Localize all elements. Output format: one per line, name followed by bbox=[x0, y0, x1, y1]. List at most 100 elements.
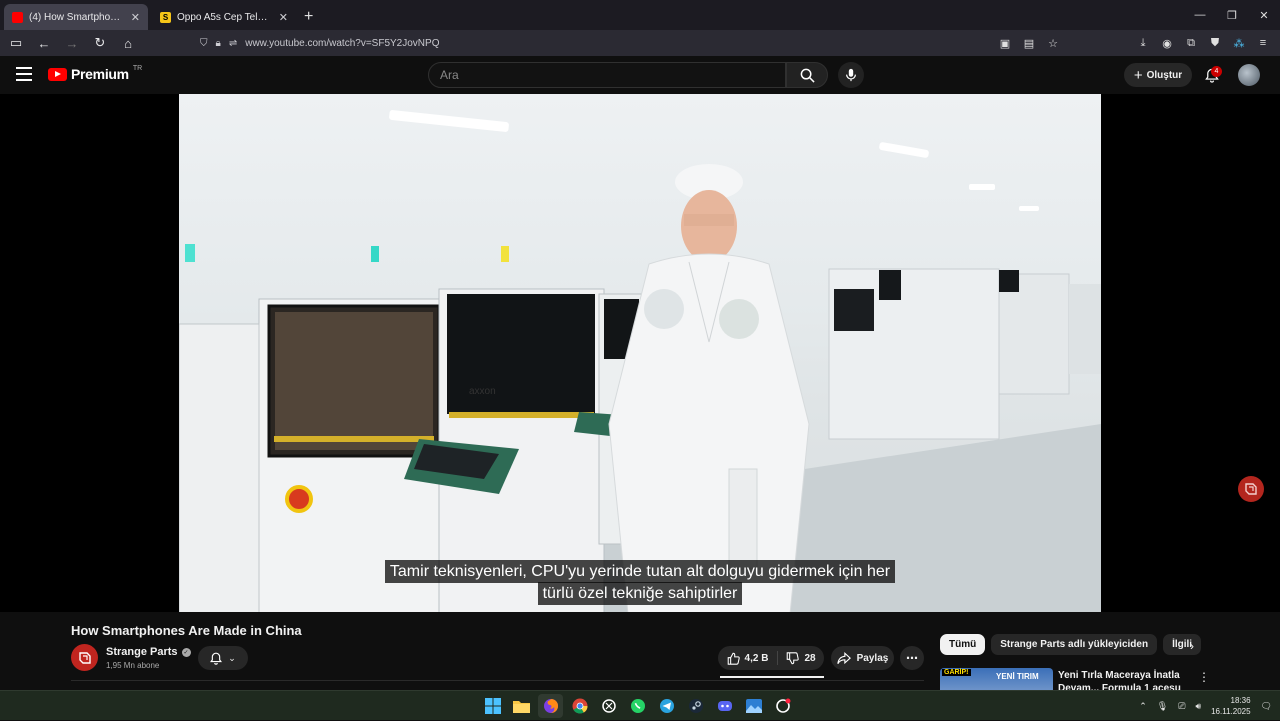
search-icon bbox=[800, 68, 815, 83]
browser-navbar: ▭ ← → ↻ ⌂ ⛉ 🔒︎ ⇌ www.youtube.com/watch?v… bbox=[0, 30, 1280, 56]
picture-in-picture-icon[interactable]: ▣ bbox=[996, 34, 1014, 52]
ublock-icon[interactable]: ⛊ bbox=[1206, 34, 1224, 52]
opera-gx-icon[interactable] bbox=[770, 694, 795, 718]
shield-icon[interactable]: ⛉ bbox=[200, 38, 208, 49]
back-icon[interactable]: ← bbox=[32, 31, 56, 55]
machine-brand-label: axxon bbox=[469, 386, 496, 397]
recommended-video-title[interactable]: Yeni Tırla Maceraya İnatla Devam... Form… bbox=[1058, 669, 1188, 690]
more-vertical-icon[interactable]: ⋮ bbox=[1198, 670, 1210, 684]
chevron-up-icon[interactable]: ⌃ bbox=[1139, 701, 1147, 712]
share-label: Paylaş bbox=[856, 652, 889, 664]
like-dislike-pill: 4,2 B 28 bbox=[718, 646, 824, 670]
forward-icon[interactable]: → bbox=[60, 31, 84, 55]
chevron-right-icon[interactable]: › bbox=[1182, 636, 1202, 656]
windows-start-icon[interactable] bbox=[480, 694, 505, 718]
tab-title: (4) How Smartphones Are Made in China - … bbox=[29, 11, 125, 23]
logo-text: Premium bbox=[71, 66, 129, 82]
microphone-icon[interactable]: 🎙︎ bbox=[1157, 701, 1168, 712]
steam-icon[interactable] bbox=[683, 694, 708, 718]
reload-icon[interactable]: ↻ bbox=[88, 31, 112, 55]
browser-tab-youtube[interactable]: (4) How Smartphones Are Made in China - … bbox=[4, 4, 148, 30]
new-tab-button[interactable]: + bbox=[304, 4, 313, 30]
chip-from-uploader[interactable]: Strange Parts adlı yükleyiciden bbox=[991, 634, 1158, 655]
chatgpt-icon[interactable] bbox=[596, 694, 621, 718]
telegram-icon[interactable] bbox=[654, 694, 679, 718]
whatsapp-icon[interactable] bbox=[625, 694, 650, 718]
address-bar[interactable]: ⛉ 🔒︎ ⇌ www.youtube.com/watch?v=SF5Y2JovN… bbox=[200, 32, 1050, 54]
clock-time: 18:36 bbox=[1230, 696, 1251, 705]
dislike-count: 28 bbox=[804, 652, 816, 664]
plus-icon: + bbox=[1133, 66, 1143, 84]
restore-icon[interactable]: ❐ bbox=[1216, 0, 1248, 30]
region-code: TR bbox=[132, 64, 143, 72]
minimize-icon[interactable]: — bbox=[1184, 0, 1216, 30]
account-icon[interactable]: ◉ bbox=[1158, 34, 1176, 52]
microphone-icon bbox=[846, 68, 856, 82]
youtube-play-icon bbox=[48, 67, 67, 81]
notification-center-icon[interactable]: 🗨︎ bbox=[1261, 701, 1272, 712]
create-label: Oluştur bbox=[1146, 69, 1183, 81]
volume-icon[interactable]: 🔊︎ bbox=[1195, 701, 1201, 712]
window-controls: — ❐ ✕ bbox=[1184, 0, 1280, 30]
photos-icon[interactable] bbox=[741, 694, 766, 718]
home-icon[interactable]: ⌂ bbox=[116, 31, 140, 55]
details-divider bbox=[71, 680, 924, 681]
share-button[interactable]: Paylaş bbox=[831, 646, 894, 670]
search-input[interactable]: Ara bbox=[428, 62, 786, 88]
display-icon[interactable]: ⎚ bbox=[1178, 701, 1185, 712]
thumbnail-tag: GARİP! bbox=[942, 669, 971, 676]
download-icon[interactable]: ⤓ bbox=[1134, 34, 1152, 52]
bookmark-star-icon[interactable]: ☆ bbox=[1044, 34, 1062, 52]
user-avatar[interactable] bbox=[1238, 64, 1260, 86]
recommended-video-thumbnail[interactable]: GARİP! YENİ TIRIM bbox=[940, 668, 1053, 690]
like-button[interactable]: 4,2 B bbox=[718, 651, 778, 665]
close-window-icon[interactable]: ✕ bbox=[1248, 0, 1280, 30]
discord-icon[interactable] bbox=[712, 694, 737, 718]
permissions-icon[interactable]: ⇌ bbox=[229, 38, 237, 49]
thumbs-down-icon bbox=[787, 651, 800, 664]
reader-view-icon[interactable]: ▤ bbox=[1020, 34, 1038, 52]
menu-icon[interactable]: ≡ bbox=[1254, 34, 1272, 52]
file-explorer-icon[interactable] bbox=[509, 694, 534, 718]
browser-tabstrip: (4) How Smartphones Are Made in China - … bbox=[0, 0, 1280, 30]
chrome-icon[interactable] bbox=[567, 694, 592, 718]
channel-watermark-icon[interactable] bbox=[1238, 476, 1264, 502]
channel-name-row[interactable]: Strange Parts ✓ bbox=[106, 646, 191, 658]
caption-line-2: türlü özel tekniğe sahiptirler bbox=[537, 582, 743, 605]
caption-line-1-wrapper: Tamir teknisyenleri, CPU'yu yerinde tuta… bbox=[179, 560, 1101, 583]
chip-all[interactable]: Tümü bbox=[940, 634, 986, 655]
create-button[interactable]: + Oluştur bbox=[1124, 63, 1192, 87]
url-text[interactable]: www.youtube.com/watch?v=SF5Y2JovNPQ bbox=[245, 38, 439, 49]
sidebar-toggle-icon[interactable]: ▭ bbox=[4, 31, 28, 55]
os-taskbar: ⌃ 🎙︎ ⎚ 🔊︎ 18:36 16.11.2025 🗨︎ bbox=[0, 690, 1280, 720]
subscription-bell-button[interactable]: ⌄ bbox=[198, 646, 248, 670]
chevron-down-icon: ⌄ bbox=[228, 652, 236, 663]
like-ratio-bar bbox=[720, 676, 824, 678]
lock-icon[interactable]: 🔒︎ bbox=[216, 38, 221, 49]
subscriber-count: 1,95 Mn abone bbox=[106, 661, 160, 670]
channel-name[interactable]: Strange Parts bbox=[106, 646, 178, 658]
guide-menu-icon[interactable] bbox=[16, 67, 32, 81]
video-stage: axxon Tamir teknisyenleri, CPU'yu yerind… bbox=[0, 94, 1280, 612]
search-button[interactable] bbox=[786, 62, 828, 88]
video-frame-illustration: axxon bbox=[179, 110, 1101, 612]
browser-tab-oppo[interactable]: S Oppo A5s Cep Telefonu Fiyatları ✕ bbox=[152, 4, 296, 30]
more-actions-button[interactable]: ⋯ bbox=[900, 646, 924, 670]
recommendation-filter-chips: Tümü Strange Parts adlı yükleyiciden İlg… bbox=[940, 634, 1202, 655]
channel-avatar[interactable] bbox=[71, 644, 98, 671]
thumbnail-text: YENİ TIRIM bbox=[996, 672, 1039, 681]
system-tray: ⌃ 🎙︎ ⎚ 🔊︎ 18:36 16.11.2025 🗨︎ bbox=[1139, 691, 1272, 721]
voice-search-button[interactable] bbox=[838, 62, 864, 88]
clock[interactable]: 18:36 16.11.2025 bbox=[1211, 695, 1250, 717]
toolbar-right: ▣ ▤ ☆ ⤓ ◉ ⧉ ⛊ ⁂ ≡ bbox=[996, 30, 1272, 56]
close-icon[interactable]: ✕ bbox=[279, 11, 288, 24]
youtube-logo[interactable]: Premium TR bbox=[48, 64, 143, 82]
close-icon[interactable]: ✕ bbox=[131, 11, 140, 24]
video-player[interactable]: axxon Tamir teknisyenleri, CPU'yu yerind… bbox=[179, 94, 1101, 612]
firefox-icon[interactable] bbox=[538, 694, 563, 718]
bell-icon bbox=[210, 652, 223, 665]
dislike-button[interactable]: 28 bbox=[778, 651, 824, 665]
translate-icon[interactable]: ⁂ bbox=[1230, 34, 1248, 52]
extensions-icon[interactable]: ⧉ bbox=[1182, 34, 1200, 52]
caption-line-2-wrapper: türlü özel tekniğe sahiptirler bbox=[179, 582, 1101, 605]
